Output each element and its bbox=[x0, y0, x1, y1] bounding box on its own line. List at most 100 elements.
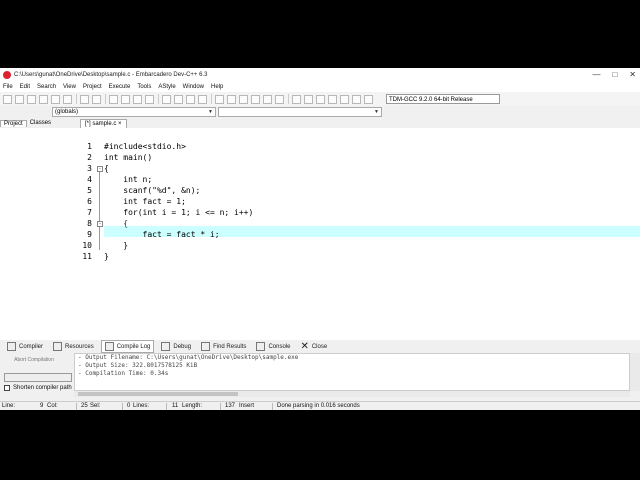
undo-icon[interactable] bbox=[80, 94, 89, 104]
close-icon: ✕ bbox=[300, 341, 309, 352]
log-horizontal-scrollbar[interactable] bbox=[74, 391, 630, 397]
class-browser-bar: (globals) ▼ ▼ bbox=[0, 106, 640, 118]
close-file-icon[interactable] bbox=[51, 94, 60, 104]
scope-combo[interactable]: (globals) ▼ bbox=[52, 107, 216, 117]
find-next-icon[interactable] bbox=[133, 94, 142, 104]
menu-execute[interactable]: Execute bbox=[109, 84, 131, 90]
project-panel: Project Classes bbox=[0, 118, 77, 342]
menu-window[interactable]: Window bbox=[183, 84, 204, 90]
tab-label: Close bbox=[311, 343, 328, 350]
tab-project[interactable]: Project bbox=[0, 119, 27, 127]
status-length-label: Length: bbox=[182, 403, 203, 409]
fold-guide bbox=[99, 172, 100, 250]
log-vertical-scrollbar[interactable] bbox=[630, 353, 640, 391]
tab-label: Resources bbox=[65, 343, 94, 350]
tab-label: Console bbox=[268, 343, 291, 350]
scrollbar-thumb[interactable] bbox=[78, 392, 238, 396]
code-line: #include<stdio.h> bbox=[104, 142, 186, 151]
menu-astyle[interactable]: AStyle bbox=[158, 84, 175, 90]
toolbar-separator bbox=[105, 94, 106, 104]
new-project-icon[interactable] bbox=[162, 94, 171, 104]
code-line: } bbox=[104, 252, 109, 261]
indent-icon[interactable] bbox=[340, 94, 349, 104]
code-editor[interactable]: 1 #include<stdio.h> 2 int main() 3 - { 4… bbox=[76, 128, 640, 342]
menu-tools[interactable]: Tools bbox=[137, 84, 151, 90]
tab-console[interactable]: Console bbox=[253, 341, 293, 352]
profile-icon[interactable] bbox=[292, 94, 301, 104]
devcpp-window: C:\Users\gunat\OneDrive\Desktop\sample.c… bbox=[0, 68, 640, 410]
scope-value: (globals) bbox=[55, 109, 79, 115]
goto-icon[interactable] bbox=[145, 94, 154, 104]
close-panel-button[interactable]: ✕ Close bbox=[297, 341, 330, 352]
stop-icon[interactable] bbox=[275, 94, 284, 104]
compile-icon[interactable] bbox=[215, 94, 224, 104]
status-divider bbox=[122, 403, 123, 410]
code-line: scanf("%d", &n); bbox=[104, 186, 201, 195]
add-to-project-icon[interactable] bbox=[174, 94, 183, 104]
tab-resources[interactable]: Resources bbox=[50, 341, 97, 352]
shorten-path-checkbox[interactable]: Shorten compiler path bbox=[4, 385, 72, 391]
toggle-comment-icon[interactable] bbox=[364, 94, 373, 104]
abort-compilation-button[interactable]: Abort Compilation bbox=[4, 357, 64, 363]
member-combo[interactable]: ▼ bbox=[218, 107, 382, 117]
tab-compile-log[interactable]: Compile Log bbox=[100, 340, 155, 353]
shorten-path-label: Shorten compiler path bbox=[13, 385, 72, 391]
maximize-icon[interactable]: □ bbox=[612, 70, 617, 79]
line-number: 7 bbox=[87, 208, 92, 217]
save-all-icon[interactable] bbox=[39, 94, 48, 104]
menu-search[interactable]: Search bbox=[37, 84, 56, 90]
status-divider bbox=[76, 403, 77, 410]
line-number: 2 bbox=[87, 153, 92, 162]
toolbar: TDM-GCC 9.2.0 64-bit Release bbox=[0, 92, 640, 106]
status-col-label: Col: bbox=[47, 403, 58, 409]
toggle-bookmark-icon[interactable] bbox=[328, 94, 337, 104]
status-bar: Line: 9 Col: 25 Sel: 0 Lines: 11 Length:… bbox=[0, 401, 640, 410]
minimize-icon[interactable]: — bbox=[592, 70, 600, 79]
menu-view[interactable]: View bbox=[63, 84, 76, 90]
tab-close-icon[interactable]: × bbox=[118, 121, 122, 127]
compile-log[interactable]: - Output Filename: C:\Users\gunat\OneDri… bbox=[74, 353, 630, 391]
menu-project[interactable]: Project bbox=[83, 84, 102, 90]
redo-icon[interactable] bbox=[92, 94, 101, 104]
menu-file[interactable]: File bbox=[3, 84, 13, 90]
new-file-icon[interactable] bbox=[3, 94, 12, 104]
compile-run-icon[interactable] bbox=[239, 94, 248, 104]
tab-debug[interactable]: Debug bbox=[158, 341, 194, 352]
menu-edit[interactable]: Edit bbox=[20, 84, 30, 90]
replace-icon[interactable] bbox=[121, 94, 130, 104]
line-number: 5 bbox=[87, 186, 92, 195]
tab-label: Compiler bbox=[19, 343, 44, 350]
menu-help[interactable]: Help bbox=[211, 84, 223, 90]
line-number: 10 bbox=[82, 241, 92, 250]
checkbox-box[interactable] bbox=[4, 385, 10, 391]
bottom-panel-tabs: Compiler Resources Compile Log Debug Fin… bbox=[0, 340, 640, 353]
remove-from-project-icon[interactable] bbox=[186, 94, 195, 104]
line-number: 6 bbox=[87, 197, 92, 206]
tab-find-results[interactable]: Find Results bbox=[198, 341, 249, 352]
save-icon[interactable] bbox=[27, 94, 36, 104]
status-divider bbox=[272, 403, 273, 410]
run-icon[interactable] bbox=[227, 94, 236, 104]
check-syntax-icon[interactable] bbox=[316, 94, 325, 104]
tab-compiler[interactable]: Compiler bbox=[4, 341, 46, 352]
delete-profile-icon[interactable] bbox=[304, 94, 313, 104]
compiler-select[interactable]: TDM-GCC 9.2.0 64-bit Release bbox=[386, 94, 500, 104]
close-icon[interactable]: ✕ bbox=[629, 70, 636, 79]
status-message: Done parsing in 0.016 seconds bbox=[277, 403, 360, 409]
fold-toggle-icon[interactable]: - bbox=[97, 166, 103, 172]
debug-icon[interactable] bbox=[263, 94, 272, 104]
unindent-icon[interactable] bbox=[352, 94, 361, 104]
window-title: C:\Users\gunat\OneDrive\Desktop\sample.c… bbox=[14, 72, 208, 78]
project-options-icon[interactable] bbox=[198, 94, 207, 104]
code-line: fact = fact * i; bbox=[104, 230, 220, 239]
status-sel-value: 0 bbox=[127, 403, 131, 409]
print-icon[interactable] bbox=[63, 94, 72, 104]
status-divider bbox=[220, 403, 221, 410]
tab-classes[interactable]: Classes bbox=[27, 120, 54, 126]
toolbar-separator bbox=[76, 94, 77, 104]
chevron-down-icon: ▼ bbox=[208, 109, 213, 115]
open-icon[interactable] bbox=[15, 94, 24, 104]
fold-toggle-icon[interactable]: - bbox=[97, 221, 103, 227]
find-icon[interactable] bbox=[109, 94, 118, 104]
rebuild-icon[interactable] bbox=[251, 94, 260, 104]
